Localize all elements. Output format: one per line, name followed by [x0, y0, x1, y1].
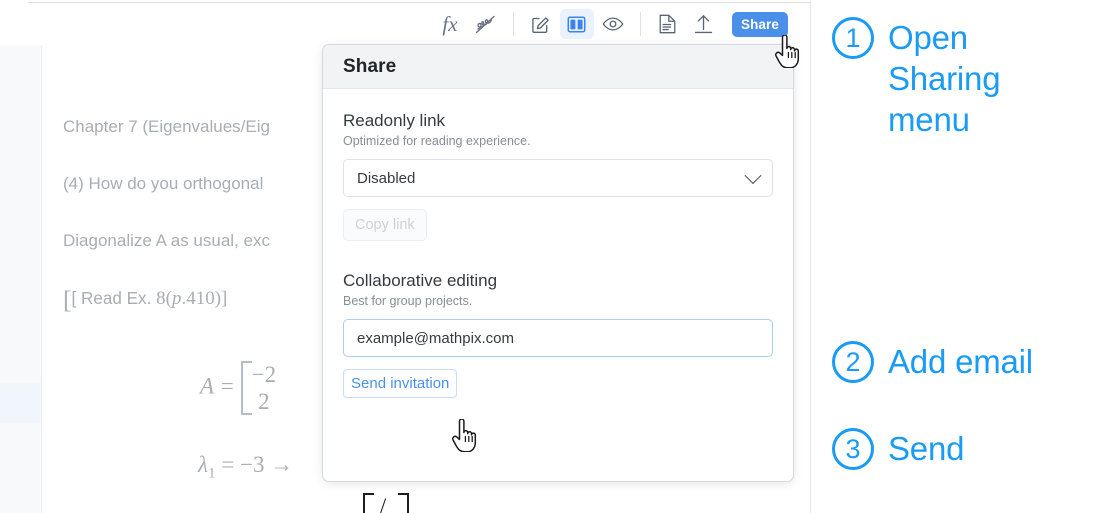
doc-read-ex: [[ Read Ex. 8(p.410)]	[63, 285, 228, 314]
invite-email-value: example@mathpix.com	[357, 329, 514, 347]
toolbar-group-insert: fx	[432, 9, 504, 39]
screenshot-root: fx Share Chapter 7 (Eigenvalues/Eig (4) …	[0, 0, 1100, 513]
collaborative-editing-heading: Collaborative editing	[343, 271, 498, 290]
doc-bottom-matrix-right-top: /	[363, 492, 409, 513]
readonly-link-heading: Readonly link	[343, 111, 446, 130]
export-icon[interactable]	[687, 9, 721, 39]
toolbar-divider-2	[639, 12, 641, 36]
formula-icon[interactable]: fx	[433, 9, 467, 39]
annotation-step-2: 2 Add email	[832, 341, 1033, 383]
toolbar-group-view	[523, 9, 631, 39]
annotation-step-3-number: 3	[832, 428, 874, 470]
invite-email-input[interactable]: example@mathpix.com	[343, 319, 773, 357]
annotation-step-1-text: Open Sharing menu	[888, 19, 1001, 138]
send-invitation-button[interactable]: Send invitation	[343, 369, 458, 398]
document-gutter[interactable]	[0, 45, 42, 513]
editor-toolbar: fx Share	[0, 3, 810, 45]
share-dialog-header: Share	[323, 45, 793, 89]
doc-line-question: (4) How do you orthogonal	[63, 174, 264, 193]
share-dialog-body: Readonly link Optimized for reading expe…	[323, 89, 793, 398]
preview-icon[interactable]	[596, 9, 630, 39]
split-view-icon[interactable]	[559, 9, 594, 39]
collaborative-editing-section: Collaborative editing Best for group pro…	[343, 271, 773, 398]
share-dialog: Share Readonly link Optimized for readin…	[322, 44, 794, 482]
document-icon[interactable]	[651, 9, 685, 39]
readonly-link-subtitle: Optimized for reading experience.	[343, 134, 531, 148]
app-window: fx Share Chapter 7 (Eigenvalues/Eig (4) …	[0, 0, 811, 513]
annotation-step-1: 1 Open Sharing menu	[832, 17, 1001, 140]
annotation-step-2-number: 2	[832, 341, 874, 383]
annotation-step-1-number: 1	[832, 17, 874, 59]
annotation-step-3: 3 Send	[832, 428, 964, 470]
share-dialog-title: Share	[343, 55, 397, 77]
scribble-icon[interactable]	[469, 9, 503, 39]
edit-icon[interactable]	[524, 9, 558, 39]
share-button[interactable]: Share	[731, 11, 788, 37]
cursor-pointer-share	[775, 35, 800, 68]
gutter-highlight	[0, 383, 41, 423]
annotation-step-2-text: Add email	[888, 343, 1033, 380]
toolbar-group-file	[650, 9, 722, 39]
copy-link-button[interactable]: Copy link	[343, 209, 427, 241]
readonly-link-select[interactable]: Disabled	[343, 159, 773, 197]
cursor-pointer-send	[452, 419, 477, 452]
matrix-bracket: −2 2	[240, 361, 276, 416]
chevron-down-icon	[744, 167, 762, 185]
doc-lambda-line: λ1 = −3 →	[198, 452, 294, 482]
readonly-link-section: Readonly link Optimized for reading expe…	[343, 111, 773, 241]
doc-matrix-a: A = −2 2	[200, 361, 277, 416]
toolbar-divider-1	[512, 12, 514, 36]
collaborative-editing-subtitle: Best for group projects.	[343, 294, 473, 308]
doc-line-diagonalize: Diagonalize A as usual, exc	[63, 231, 270, 250]
annotation-step-3-text: Send	[888, 430, 965, 467]
readonly-link-select-value: Disabled	[357, 169, 416, 187]
bracket-left: [	[63, 285, 72, 314]
doc-line-chapter: Chapter 7 (Eigenvalues/Eig	[63, 117, 270, 136]
